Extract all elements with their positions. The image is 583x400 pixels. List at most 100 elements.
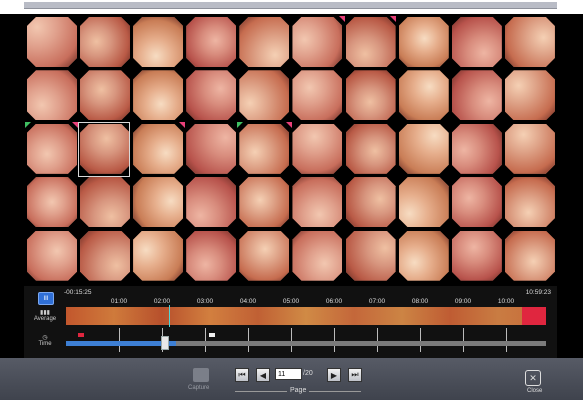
thumbnail-image[interactable] [239,17,290,67]
time-label: Time [38,341,52,347]
page-bracket-left [235,391,287,392]
first-page-icon[interactable]: ⏮ [235,368,249,382]
thumbnail-image[interactable] [80,230,131,281]
capture-label: Capture [188,385,210,391]
top-strip [0,0,583,14]
thumbnail-image[interactable] [133,230,184,281]
tick-label: 07:00 [368,298,386,305]
tick-line [205,328,206,352]
tick-line [420,328,421,352]
thumbnail-image[interactable] [451,17,502,67]
thumbnail-image[interactable] [398,177,449,228]
tick-label: 03:00 [196,298,214,305]
thumbnail-image[interactable] [292,70,343,121]
tick-line [506,328,507,352]
thumbnail-image[interactable] [345,123,396,174]
thumbnail-image[interactable] [80,17,131,67]
tick-line [377,328,378,352]
last-page-icon[interactable]: ⏭ [348,368,362,382]
view-mode-button[interactable]: III [38,292,54,305]
thumbnail-grid-area [24,14,557,286]
thumbnail-image[interactable] [292,177,343,228]
timeline-panel: III -00:15:25 10:59:23 01:00 02:00 03:00… [24,286,557,358]
thumbnail-image[interactable] [345,230,396,281]
time-row-label: ◷ Time [32,334,58,347]
thumbnail-image[interactable] [451,177,502,228]
thumbnail-image[interactable] [504,177,555,228]
green-marker-1 [25,122,31,128]
thumbnail-image[interactable] [186,123,237,174]
bottom-toolbar: Capture ⏮ ◀ /20 ▶ ⏭ Page ✕ Close [0,358,583,400]
red-marker-5 [286,122,292,128]
camera-icon[interactable] [193,368,209,382]
tick-label: 06:00 [325,298,343,305]
red-marker-4 [179,122,185,128]
thumbnail-image[interactable] [239,70,290,121]
end-time: 10:59:23 [525,289,551,296]
thumbnail-image[interactable] [504,123,555,174]
start-time: -00:15:25 [64,289,92,296]
thumbnail-image[interactable] [504,230,555,281]
thumbnail-image[interactable] [27,230,77,281]
average-color-bar[interactable] [66,305,546,327]
next-page-icon[interactable]: ▶ [327,368,341,382]
thumbnail-image[interactable] [292,230,343,281]
thumbnail-image[interactable] [27,123,77,174]
page-number-input[interactable] [275,368,302,380]
thumbnail-image[interactable] [345,177,396,228]
thumbnail-image[interactable] [27,17,77,67]
top-scroll-bar[interactable] [24,2,557,9]
total-pages: /20 [303,370,313,377]
thumbnail-image[interactable] [398,17,449,67]
thumbnail-image[interactable] [504,17,555,67]
thumbnail-image[interactable] [80,70,131,121]
clock-icon: ◷ [42,335,48,341]
thumbnail-image[interactable] [398,230,449,281]
thumbnail-image[interactable] [451,123,502,174]
thumbnail-image[interactable] [133,177,184,228]
thumbnail-image[interactable] [504,70,555,121]
thumbnail-image[interactable] [27,70,77,121]
bars-icon: ▮▮▮ [40,310,50,316]
red-flag-icon [78,333,84,337]
page-bracket-right [309,391,361,392]
red-marker-1 [339,16,345,22]
thumbnail-image[interactable] [186,70,237,121]
viewed-range [66,341,176,346]
thumbnail-image[interactable] [239,230,290,281]
thumbnail-image[interactable] [292,123,343,174]
close-label: Close [527,388,543,394]
tick-label: 02:00 [153,298,171,305]
thumbnail-image[interactable] [345,17,396,67]
tick-label: 05:00 [282,298,300,305]
page-label: Page [290,387,307,394]
thumbnail-image[interactable] [186,177,237,228]
bleeding-segment [522,307,546,325]
thumbnail-image[interactable] [345,70,396,121]
timeline-cursor[interactable] [169,305,170,327]
close-icon[interactable]: ✕ [525,370,541,386]
prev-page-icon[interactable]: ◀ [256,368,270,382]
time-scrubber[interactable] [66,336,546,350]
tick-label: 10:00 [497,298,515,305]
thumbnail-image[interactable] [398,70,449,121]
tick-line [334,328,335,352]
tick-label: 08:00 [411,298,429,305]
thumbnail-image[interactable] [451,70,502,121]
average-row-label: ▮▮▮ Average [32,309,58,322]
thumbnail-image[interactable] [239,123,290,174]
thumbnail-image[interactable] [133,70,184,121]
thumbnail-image[interactable] [186,17,237,67]
thumbnail-image[interactable] [80,123,131,174]
thumbnail-image[interactable] [186,230,237,281]
scrubber-handle[interactable] [161,336,169,350]
thumbnail-image[interactable] [27,177,77,228]
thumbnail-image[interactable] [133,17,184,67]
thumbnail-image[interactable] [133,123,184,174]
thumbnail-image[interactable] [451,230,502,281]
thumbnail-image[interactable] [80,177,131,228]
thumbnail-image[interactable] [292,17,343,67]
thumbnail-image[interactable] [398,123,449,174]
thumbnail-image[interactable] [239,177,290,228]
tick-label: 01:00 [110,298,128,305]
